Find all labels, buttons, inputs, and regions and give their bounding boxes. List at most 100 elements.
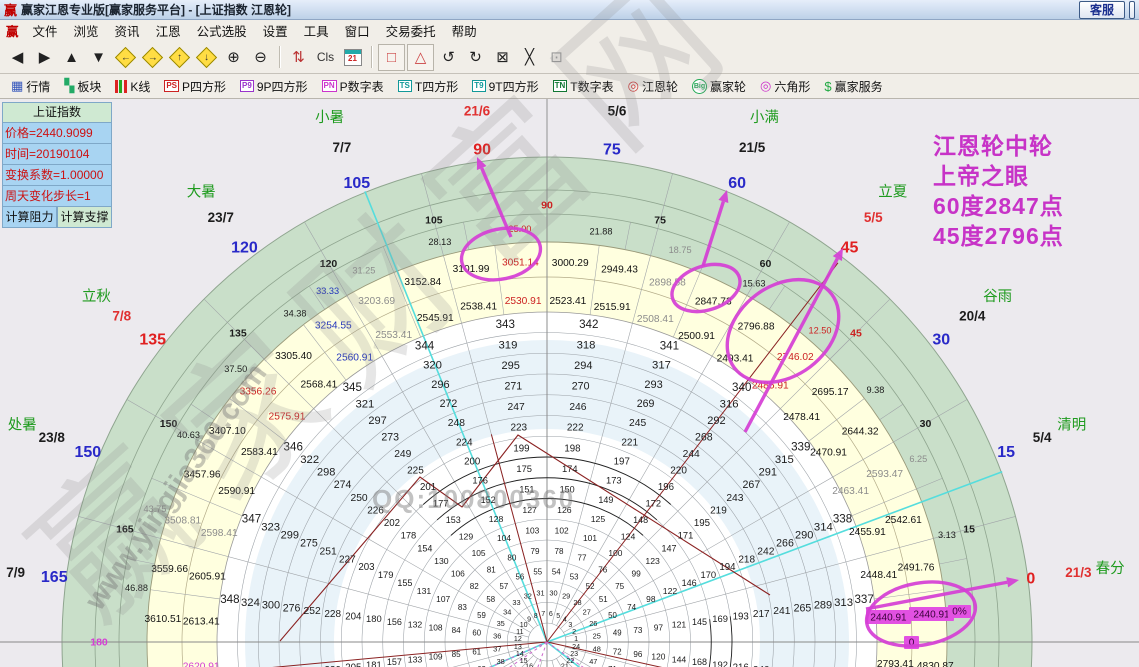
svg-text:76: 76 (598, 565, 608, 574)
svg-text:121: 121 (672, 620, 687, 630)
svg-text:342: 342 (579, 318, 598, 331)
svg-text:271: 271 (505, 381, 523, 393)
svg-text:155: 155 (397, 578, 412, 588)
svg-text:324: 324 (241, 597, 260, 609)
svg-text:18.75: 18.75 (669, 245, 692, 255)
svg-text:341: 341 (660, 339, 679, 352)
svg-text:4830.87: 4830.87 (917, 661, 954, 667)
svg-text:2949.43: 2949.43 (601, 265, 638, 276)
svg-text:春分: 春分 (1096, 560, 1125, 577)
svg-text:25: 25 (593, 631, 601, 640)
svg-text:313: 313 (834, 597, 853, 609)
svg-text:202: 202 (384, 518, 400, 529)
svg-text:2448.41: 2448.41 (860, 570, 897, 581)
svg-text:2463.41: 2463.41 (832, 486, 869, 497)
svg-text:2644.32: 2644.32 (842, 426, 879, 437)
index-info-panel: 上证指数 价格=2440.9099 时间=20190104 变换系数=1.000… (2, 102, 112, 228)
calc-resistance-button[interactable]: 计算阻力 (2, 207, 57, 228)
svg-text:181: 181 (366, 659, 382, 667)
svg-text:248: 248 (448, 418, 465, 429)
svg-text:175: 175 (516, 463, 532, 474)
svg-text:338: 338 (833, 513, 852, 526)
svg-text:205: 205 (345, 663, 361, 667)
gann-wheel[interactable]: 1234567891011121314151617181920212223242… (0, 0, 1139, 667)
svg-text:54: 54 (552, 568, 561, 577)
svg-text:23/7: 23/7 (208, 210, 234, 225)
svg-text:109: 109 (429, 652, 443, 662)
svg-text:2796.88: 2796.88 (738, 322, 775, 333)
svg-text:60: 60 (472, 629, 481, 638)
svg-text:193: 193 (733, 611, 749, 622)
svg-text:154: 154 (417, 543, 432, 553)
svg-text:74: 74 (627, 603, 637, 612)
svg-text:291: 291 (759, 467, 777, 479)
svg-text:2523.41: 2523.41 (549, 296, 586, 307)
svg-text:129: 129 (459, 531, 474, 541)
svg-text:316: 316 (720, 399, 739, 411)
svg-text:2515.91: 2515.91 (594, 302, 631, 313)
svg-text:77: 77 (578, 553, 588, 562)
svg-text:180: 180 (90, 637, 108, 649)
svg-text:225: 225 (407, 466, 424, 477)
svg-text:268: 268 (695, 432, 713, 444)
svg-text:197: 197 (614, 456, 630, 467)
svg-text:194: 194 (719, 562, 736, 573)
svg-text:5: 5 (556, 612, 560, 620)
price-row: 价格=2440.9099 (2, 123, 112, 144)
svg-text:51: 51 (599, 595, 608, 604)
svg-text:300: 300 (262, 600, 280, 612)
annotation-line: 60度2847点 (933, 193, 1064, 219)
annotation-line: 45度2796点 (933, 223, 1064, 249)
svg-text:30: 30 (549, 588, 557, 597)
svg-text:340: 340 (732, 381, 751, 394)
svg-text:198: 198 (564, 443, 580, 454)
svg-text:174: 174 (562, 463, 578, 474)
svg-text:24: 24 (572, 643, 580, 651)
svg-text:34: 34 (503, 607, 511, 616)
svg-text:132: 132 (408, 620, 423, 630)
svg-text:50: 50 (608, 611, 617, 620)
svg-text:251: 251 (320, 546, 337, 557)
svg-text:清明: 清明 (1057, 417, 1086, 434)
svg-text:244: 244 (683, 449, 700, 460)
svg-text:99: 99 (631, 569, 641, 579)
svg-text:274: 274 (334, 479, 352, 491)
svg-text:97: 97 (654, 622, 664, 632)
svg-text:33: 33 (512, 598, 520, 607)
svg-text:148: 148 (633, 515, 648, 525)
svg-text:290: 290 (795, 529, 813, 541)
svg-text:37: 37 (493, 645, 501, 654)
svg-text:128: 128 (489, 514, 504, 524)
svg-text:318: 318 (577, 339, 596, 351)
svg-text:170: 170 (701, 569, 717, 580)
svg-text:38: 38 (497, 657, 505, 666)
svg-text:314: 314 (814, 522, 833, 534)
svg-text:84: 84 (452, 626, 462, 635)
svg-text:104: 104 (497, 533, 511, 543)
svg-text:348: 348 (220, 593, 239, 606)
svg-text:2500.91: 2500.91 (678, 331, 715, 342)
svg-text:3000.29: 3000.29 (552, 258, 589, 269)
svg-text:85: 85 (452, 650, 462, 659)
annotation-line: 江恩轮中轮 (933, 133, 1053, 159)
svg-text:75: 75 (615, 582, 625, 591)
svg-text:30: 30 (920, 418, 932, 430)
svg-text:103: 103 (525, 526, 539, 536)
svg-text:100: 100 (608, 548, 622, 558)
svg-text:296: 296 (431, 379, 449, 391)
svg-text:15: 15 (963, 523, 975, 535)
svg-text:2478.41: 2478.41 (783, 412, 820, 423)
svg-text:199: 199 (513, 443, 529, 454)
calc-support-button[interactable]: 计算支撑 (57, 207, 112, 228)
svg-text:245: 245 (629, 418, 646, 429)
svg-text:153: 153 (446, 515, 461, 525)
svg-text:249: 249 (394, 449, 411, 460)
svg-text:223: 223 (510, 423, 527, 434)
svg-text:275: 275 (300, 537, 318, 549)
svg-text:220: 220 (670, 466, 687, 477)
svg-text:52: 52 (586, 582, 595, 591)
svg-text:146: 146 (682, 578, 697, 588)
svg-text:144: 144 (672, 654, 687, 664)
svg-text:15.63: 15.63 (743, 278, 766, 288)
svg-text:82: 82 (470, 582, 480, 591)
